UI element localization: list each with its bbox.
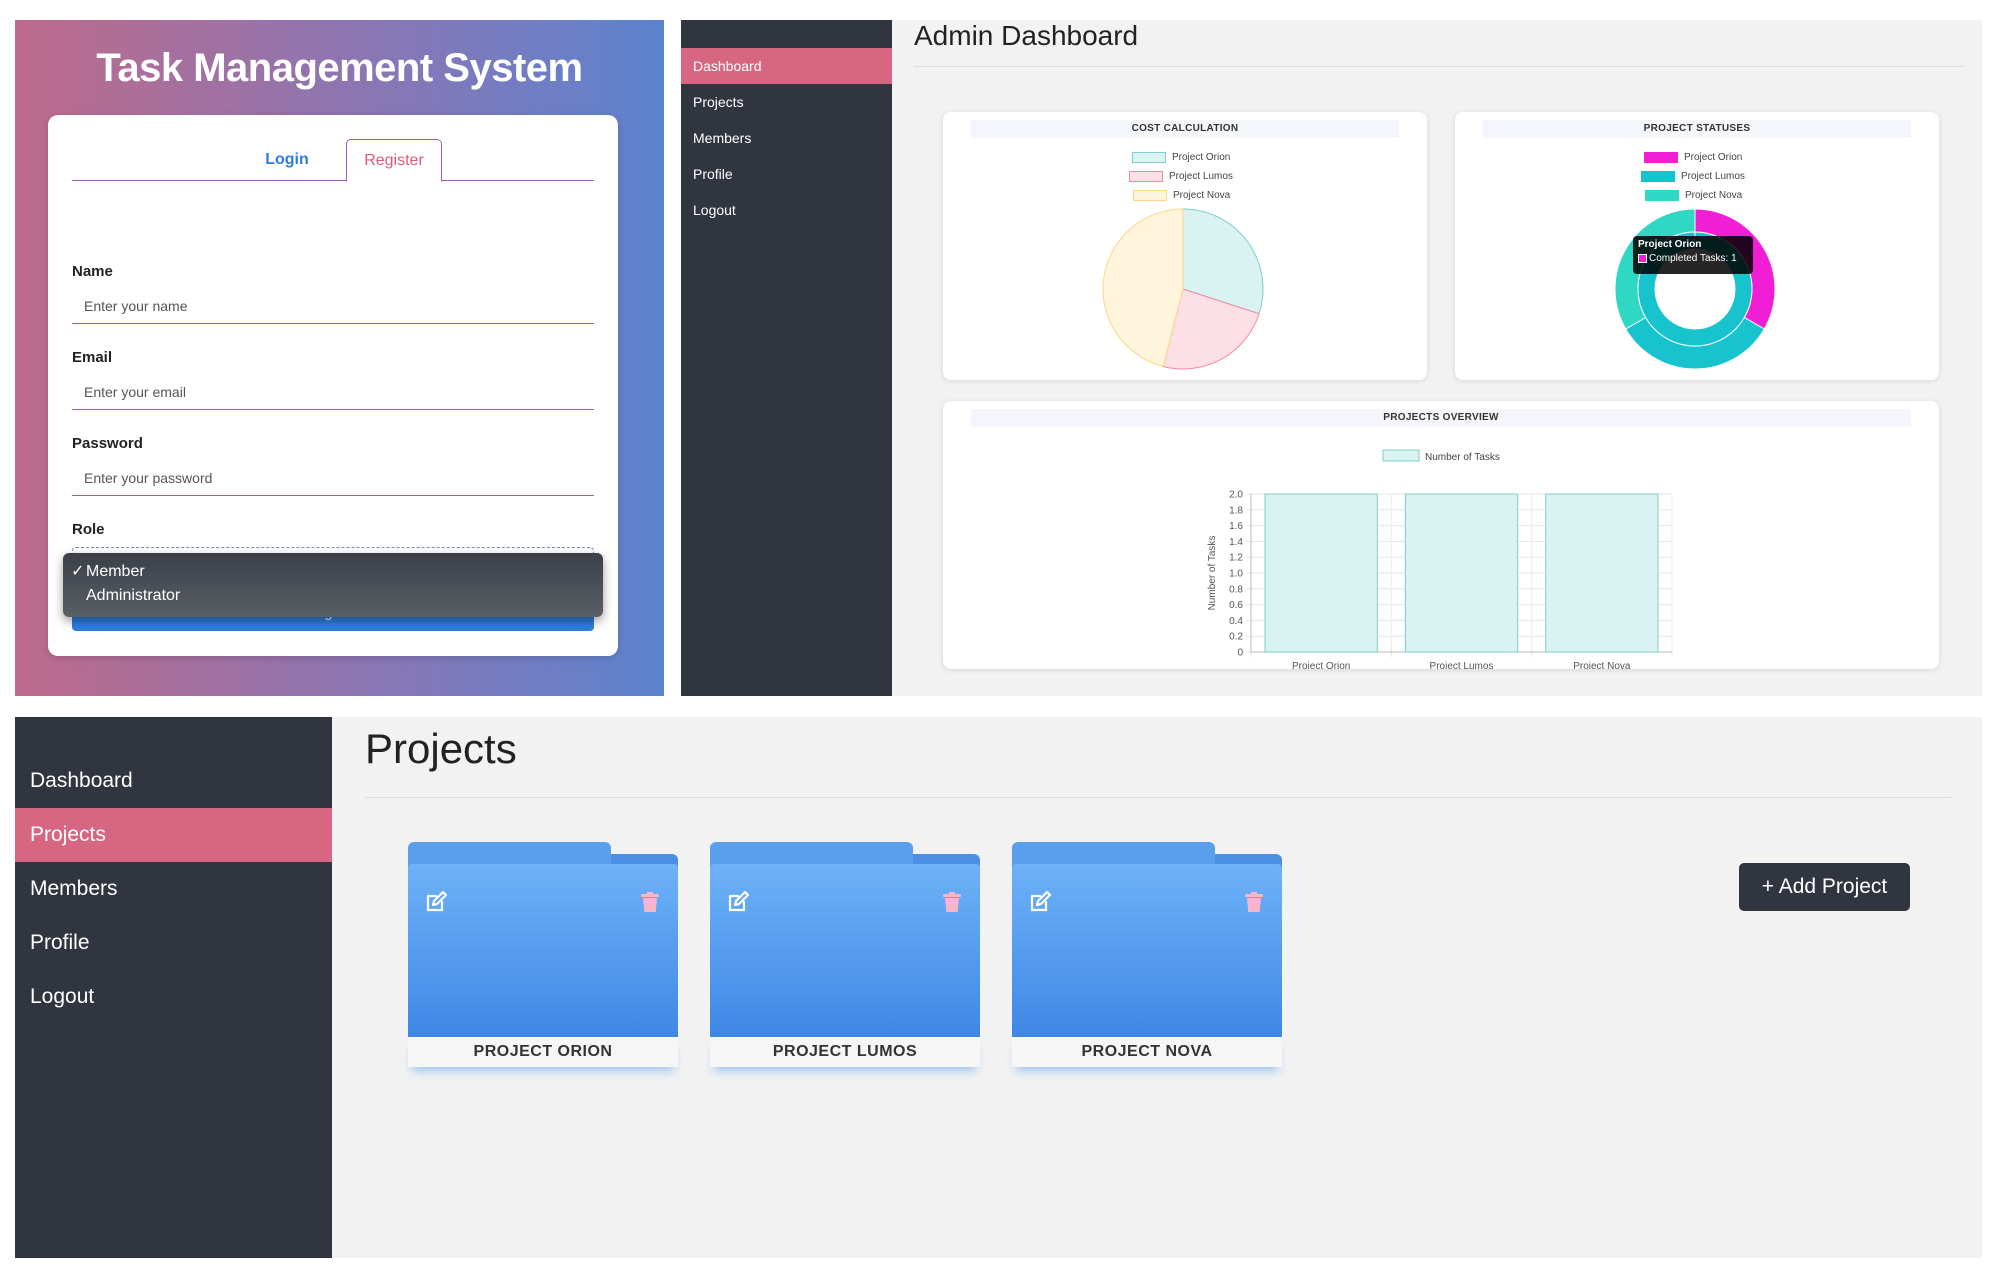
chart-title: PROJECTS OVERVIEW (971, 409, 1911, 427)
y-tick-label: 0.8 (1229, 584, 1243, 595)
legend-item: Project Nova (1133, 190, 1230, 201)
trash-icon[interactable] (638, 890, 662, 914)
y-tick-label: 0.2 (1229, 632, 1243, 643)
sidebar-item-dashboard[interactable]: Dashboard (15, 754, 332, 808)
project-name: PROJECT LUMOS (710, 1037, 980, 1067)
edit-icon[interactable] (726, 890, 750, 914)
divider (914, 66, 1964, 67)
project-folder[interactable]: PROJECT NOVA (1012, 842, 1282, 1067)
y-axis-label: Number of Tasks (1207, 536, 1218, 611)
page-title: Projects (365, 725, 517, 772)
dashboard-main: Admin Dashboard COST CALCULATION Project… (892, 20, 1982, 696)
legend-item: Project Lumos (1129, 171, 1233, 182)
auth-card: Login Register Name Enter your name Emai… (48, 115, 618, 656)
chart-tooltip: Project Orion Completed Tasks: 1 (1633, 236, 1753, 274)
project-name: PROJECT NOVA (1012, 1037, 1282, 1067)
legend-swatch (1382, 449, 1420, 462)
chart-title: PROJECT STATUSES (1483, 120, 1911, 138)
tooltip-swatch (1638, 253, 1647, 263)
tooltip-text: Completed Tasks: 1 (1638, 253, 1748, 264)
project-folder[interactable]: PROJECT LUMOS (710, 842, 980, 1067)
legend-swatch (1129, 171, 1163, 182)
role-dropdown: ✓Member Administrator (63, 553, 603, 617)
cost-chart-card: COST CALCULATION Project Orion Project L… (943, 112, 1427, 380)
bar (1545, 493, 1659, 653)
bar (1264, 493, 1378, 653)
legend-item: Project Orion (1644, 152, 1742, 163)
add-project-button[interactable]: + Add Project (1739, 863, 1910, 911)
email-label: Email (72, 349, 113, 366)
legend-label: Number of Tasks (1425, 452, 1500, 463)
status-doughnut-chart (1614, 208, 1776, 370)
name-label: Name (72, 263, 113, 280)
y-tick-label: 0.4 (1229, 616, 1243, 627)
x-tick-label: Project Orion (1292, 661, 1350, 669)
tab-register[interactable]: Register (346, 139, 442, 182)
legend-item: Project Nova (1645, 190, 1742, 201)
sidebar-item-projects[interactable]: Projects (681, 84, 892, 120)
role-label: Role (72, 521, 105, 538)
legend-item: Project Orion (1132, 152, 1230, 163)
app-title: Task Management System (96, 46, 583, 90)
legend-swatch (1133, 190, 1167, 201)
auth-tabs: Login Register (72, 139, 594, 182)
role-option-administrator[interactable]: Administrator (71, 587, 180, 605)
edit-icon[interactable] (1028, 890, 1052, 914)
sidebar-item-logout[interactable]: Logout (15, 970, 332, 1024)
page-title: Admin Dashboard (914, 20, 1139, 51)
trash-icon[interactable] (1242, 890, 1266, 914)
legend-swatch (1641, 171, 1675, 182)
y-tick-label: 1.8 (1229, 505, 1243, 516)
y-tick-label: 1.2 (1229, 553, 1243, 564)
chart-title: COST CALCULATION (971, 120, 1399, 138)
email-field[interactable]: Enter your email (72, 374, 594, 410)
sidebar-item-profile[interactable]: Profile (681, 156, 892, 192)
sidebar-item-members[interactable]: Members (15, 862, 332, 916)
projects-main: Projects PROJECT ORION PROJECT LUMOS PRO… (332, 717, 1982, 1258)
y-tick-label: 0.6 (1229, 600, 1243, 611)
x-tick-label: Project Lumos (1430, 661, 1494, 669)
password-label: Password (72, 435, 143, 452)
dashboard-sidebar: Dashboard Projects Members Profile Logou… (681, 20, 892, 696)
divider (365, 797, 1951, 798)
overview-bar-chart: Number of Tasks 0 0.2 0.4 0.6 0.8 1.0 1.2 1.4 1.6… (1207, 449, 1673, 669)
tooltip-title: Project Orion (1638, 239, 1702, 250)
legend-swatch (1132, 152, 1166, 163)
register-panel: Task Management System Login Register Na… (15, 20, 664, 696)
sidebar-item-logout[interactable]: Logout (681, 192, 892, 228)
legend-item: Project Lumos (1641, 171, 1745, 182)
bar (1404, 493, 1519, 653)
trash-icon[interactable] (940, 890, 964, 914)
legend-swatch (1644, 152, 1678, 163)
legend-swatch (1645, 190, 1679, 201)
sidebar-item-dashboard[interactable]: Dashboard (681, 48, 892, 84)
y-tick-label: 0 (1237, 648, 1243, 659)
sidebar-item-members[interactable]: Members (681, 120, 892, 156)
name-field[interactable]: Enter your name (72, 288, 594, 324)
x-tick-label: Project Nova (1573, 661, 1631, 669)
password-field[interactable]: Enter your password (72, 460, 594, 496)
role-option-member[interactable]: ✓Member (71, 561, 145, 581)
projects-sidebar: Dashboard Projects Members Profile Logou… (15, 717, 332, 1258)
overview-chart-card: PROJECTS OVERVIEW Number of Tasks 0 0.2 0.4… (943, 401, 1939, 669)
edit-icon[interactable] (424, 890, 448, 914)
status-chart-card: PROJECT STATUSES Project Orion Project L… (1455, 112, 1939, 380)
tab-login[interactable]: Login (257, 139, 317, 181)
project-folder[interactable]: PROJECT ORION (408, 842, 678, 1067)
check-icon: ✓ (71, 563, 85, 580)
y-tick-label: 1.4 (1229, 537, 1243, 548)
sidebar-item-projects[interactable]: Projects (15, 808, 332, 862)
cost-pie-chart (1102, 208, 1264, 370)
y-tick-label: 1.0 (1229, 569, 1243, 580)
project-name: PROJECT ORION (408, 1037, 678, 1067)
y-tick-label: 1.6 (1229, 521, 1243, 532)
y-tick-label: 2.0 (1229, 490, 1243, 501)
sidebar-item-profile[interactable]: Profile (15, 916, 332, 970)
